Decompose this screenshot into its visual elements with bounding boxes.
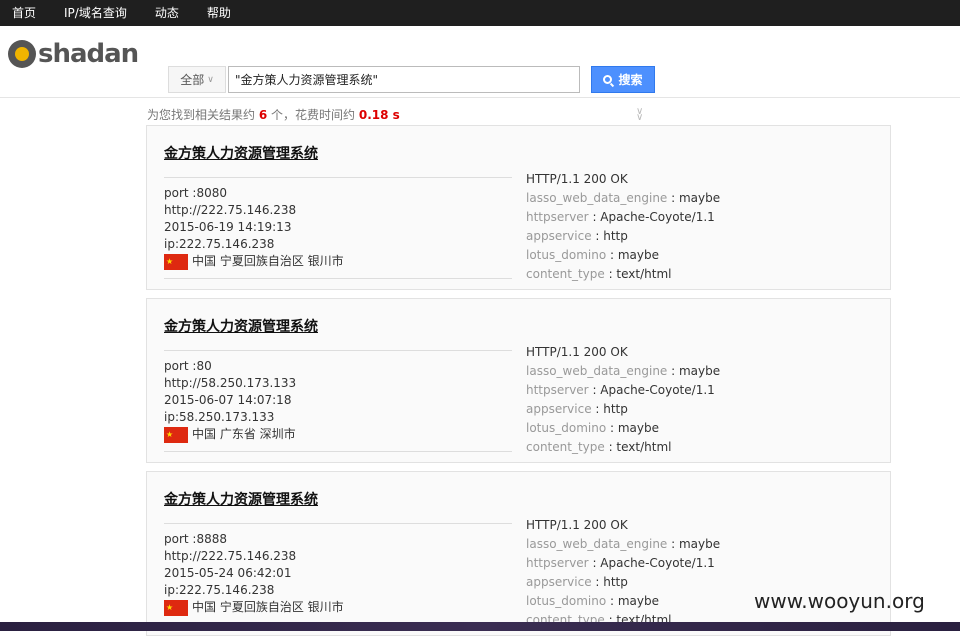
result-location-text: 中国 宁夏回族自治区 银川市 [192, 600, 344, 614]
china-flag-icon [164, 599, 188, 616]
header-row: httpserver : Apache-Coyote/1.1 [526, 210, 715, 224]
stats-count: 6 [258, 108, 268, 122]
header-row: content_type : text/html [526, 267, 672, 281]
result-location: 中国 宁夏回族自治区 银川市 [164, 599, 512, 616]
result-ip: ip:222.75.146.238 [164, 237, 275, 251]
logo-text: shadan [38, 39, 139, 69]
logo-o-icon [8, 40, 36, 68]
nav-home[interactable]: 首页 [12, 0, 36, 26]
result-url[interactable]: http://222.75.146.238 [164, 202, 512, 219]
result-stats: 为您找到相关结果约 6 个，花费时间约 0.18 s [147, 106, 400, 123]
result-status: HTTP/1.1 200 OK [526, 518, 628, 532]
result-meta: port :8888 http://222.75.146.238 2015-05… [164, 523, 512, 625]
result-location-text: 中国 广东省 深圳市 [192, 427, 296, 441]
result-ip: ip:58.250.173.133 [164, 410, 275, 424]
result-title[interactable]: 金方策人力资源管理系统 [164, 489, 318, 509]
nav-news[interactable]: 动态 [155, 0, 179, 26]
result-date: 2015-06-19 14:19:13 [164, 220, 292, 234]
nav-ip-domain-lookup[interactable]: IP/域名查询 [64, 0, 127, 26]
header-row: appservice : http [526, 229, 628, 243]
nav-help[interactable]: 帮助 [207, 0, 231, 26]
result-port: port :80 [164, 359, 212, 373]
header-row: appservice : http [526, 402, 628, 416]
result-location-text: 中国 宁夏回族自治区 银川市 [192, 254, 344, 268]
scope-label: 全部 [180, 73, 205, 87]
result-date: 2015-06-07 14:07:18 [164, 393, 292, 407]
header-row: content_type : text/html [526, 440, 672, 454]
result-ip: ip:222.75.146.238 [164, 583, 275, 597]
stats-mid: 个，花费时间约 [271, 108, 356, 122]
result-location: 中国 广东省 深圳市 [164, 426, 512, 443]
china-flag-icon [164, 253, 188, 270]
result-card: 金方策人力资源管理系统 port :8080 http://222.75.146… [146, 125, 891, 290]
bottom-bar [0, 622, 960, 631]
result-location: 中国 宁夏回族自治区 银川市 [164, 253, 512, 270]
header-row: lasso_web_data_engine : maybe [526, 191, 721, 205]
search-button[interactable]: 搜索 [591, 66, 655, 93]
header-row: lasso_web_data_engine : maybe [526, 537, 721, 551]
scope-dropdown[interactable]: 全部 ∨ [168, 66, 226, 93]
chevron-down-icon: ∨ [207, 74, 214, 85]
result-date: 2015-05-24 06:42:01 [164, 566, 292, 580]
watermark: www.wooyun.org [754, 589, 925, 613]
search-icon [603, 75, 613, 84]
top-nav: 首页 IP/域名查询 动态 帮助 [0, 0, 960, 26]
china-flag-icon [164, 426, 188, 443]
header-row: lotus_domino : maybe [526, 594, 659, 608]
result-headers: HTTP/1.1 200 OK lasso_web_data_engine : … [526, 170, 720, 284]
result-status: HTTP/1.1 200 OK [526, 172, 628, 186]
result-headers: HTTP/1.1 200 OK lasso_web_data_engine : … [526, 343, 720, 457]
stats-prefix: 为您找到相关结果约 [147, 108, 256, 122]
header-row: appservice : http [526, 575, 628, 589]
result-headers: HTTP/1.1 200 OK lasso_web_data_engine : … [526, 516, 720, 630]
result-card: 金方策人力资源管理系统 port :80 http://58.250.173.1… [146, 298, 891, 463]
header-row: lotus_domino : maybe [526, 248, 659, 262]
result-url[interactable]: http://58.250.173.133 [164, 375, 512, 392]
search-button-label: 搜索 [618, 73, 643, 87]
result-url[interactable]: http://222.75.146.238 [164, 548, 512, 565]
result-status: HTTP/1.1 200 OK [526, 345, 628, 359]
result-port: port :8080 [164, 186, 227, 200]
search-input[interactable] [228, 66, 580, 93]
result-meta: port :80 http://58.250.173.133 2015-06-0… [164, 350, 512, 452]
result-title[interactable]: 金方策人力资源管理系统 [164, 143, 318, 163]
result-port: port :8888 [164, 532, 227, 546]
header: shadan 全部 ∨ 搜索 ∨∨ [0, 26, 960, 123]
expand-chevron-icon[interactable]: ∨ ∨ [636, 107, 643, 123]
header-row: lotus_domino : maybe [526, 421, 659, 435]
stats-time: 0.18 s [358, 108, 400, 122]
result-meta: port :8080 http://222.75.146.238 2015-06… [164, 177, 512, 279]
header-row: lasso_web_data_engine : maybe [526, 364, 721, 378]
logo[interactable]: shadan [8, 39, 139, 69]
header-row: httpserver : Apache-Coyote/1.1 [526, 383, 715, 397]
result-title[interactable]: 金方策人力资源管理系统 [164, 316, 318, 336]
header-row: httpserver : Apache-Coyote/1.1 [526, 556, 715, 570]
